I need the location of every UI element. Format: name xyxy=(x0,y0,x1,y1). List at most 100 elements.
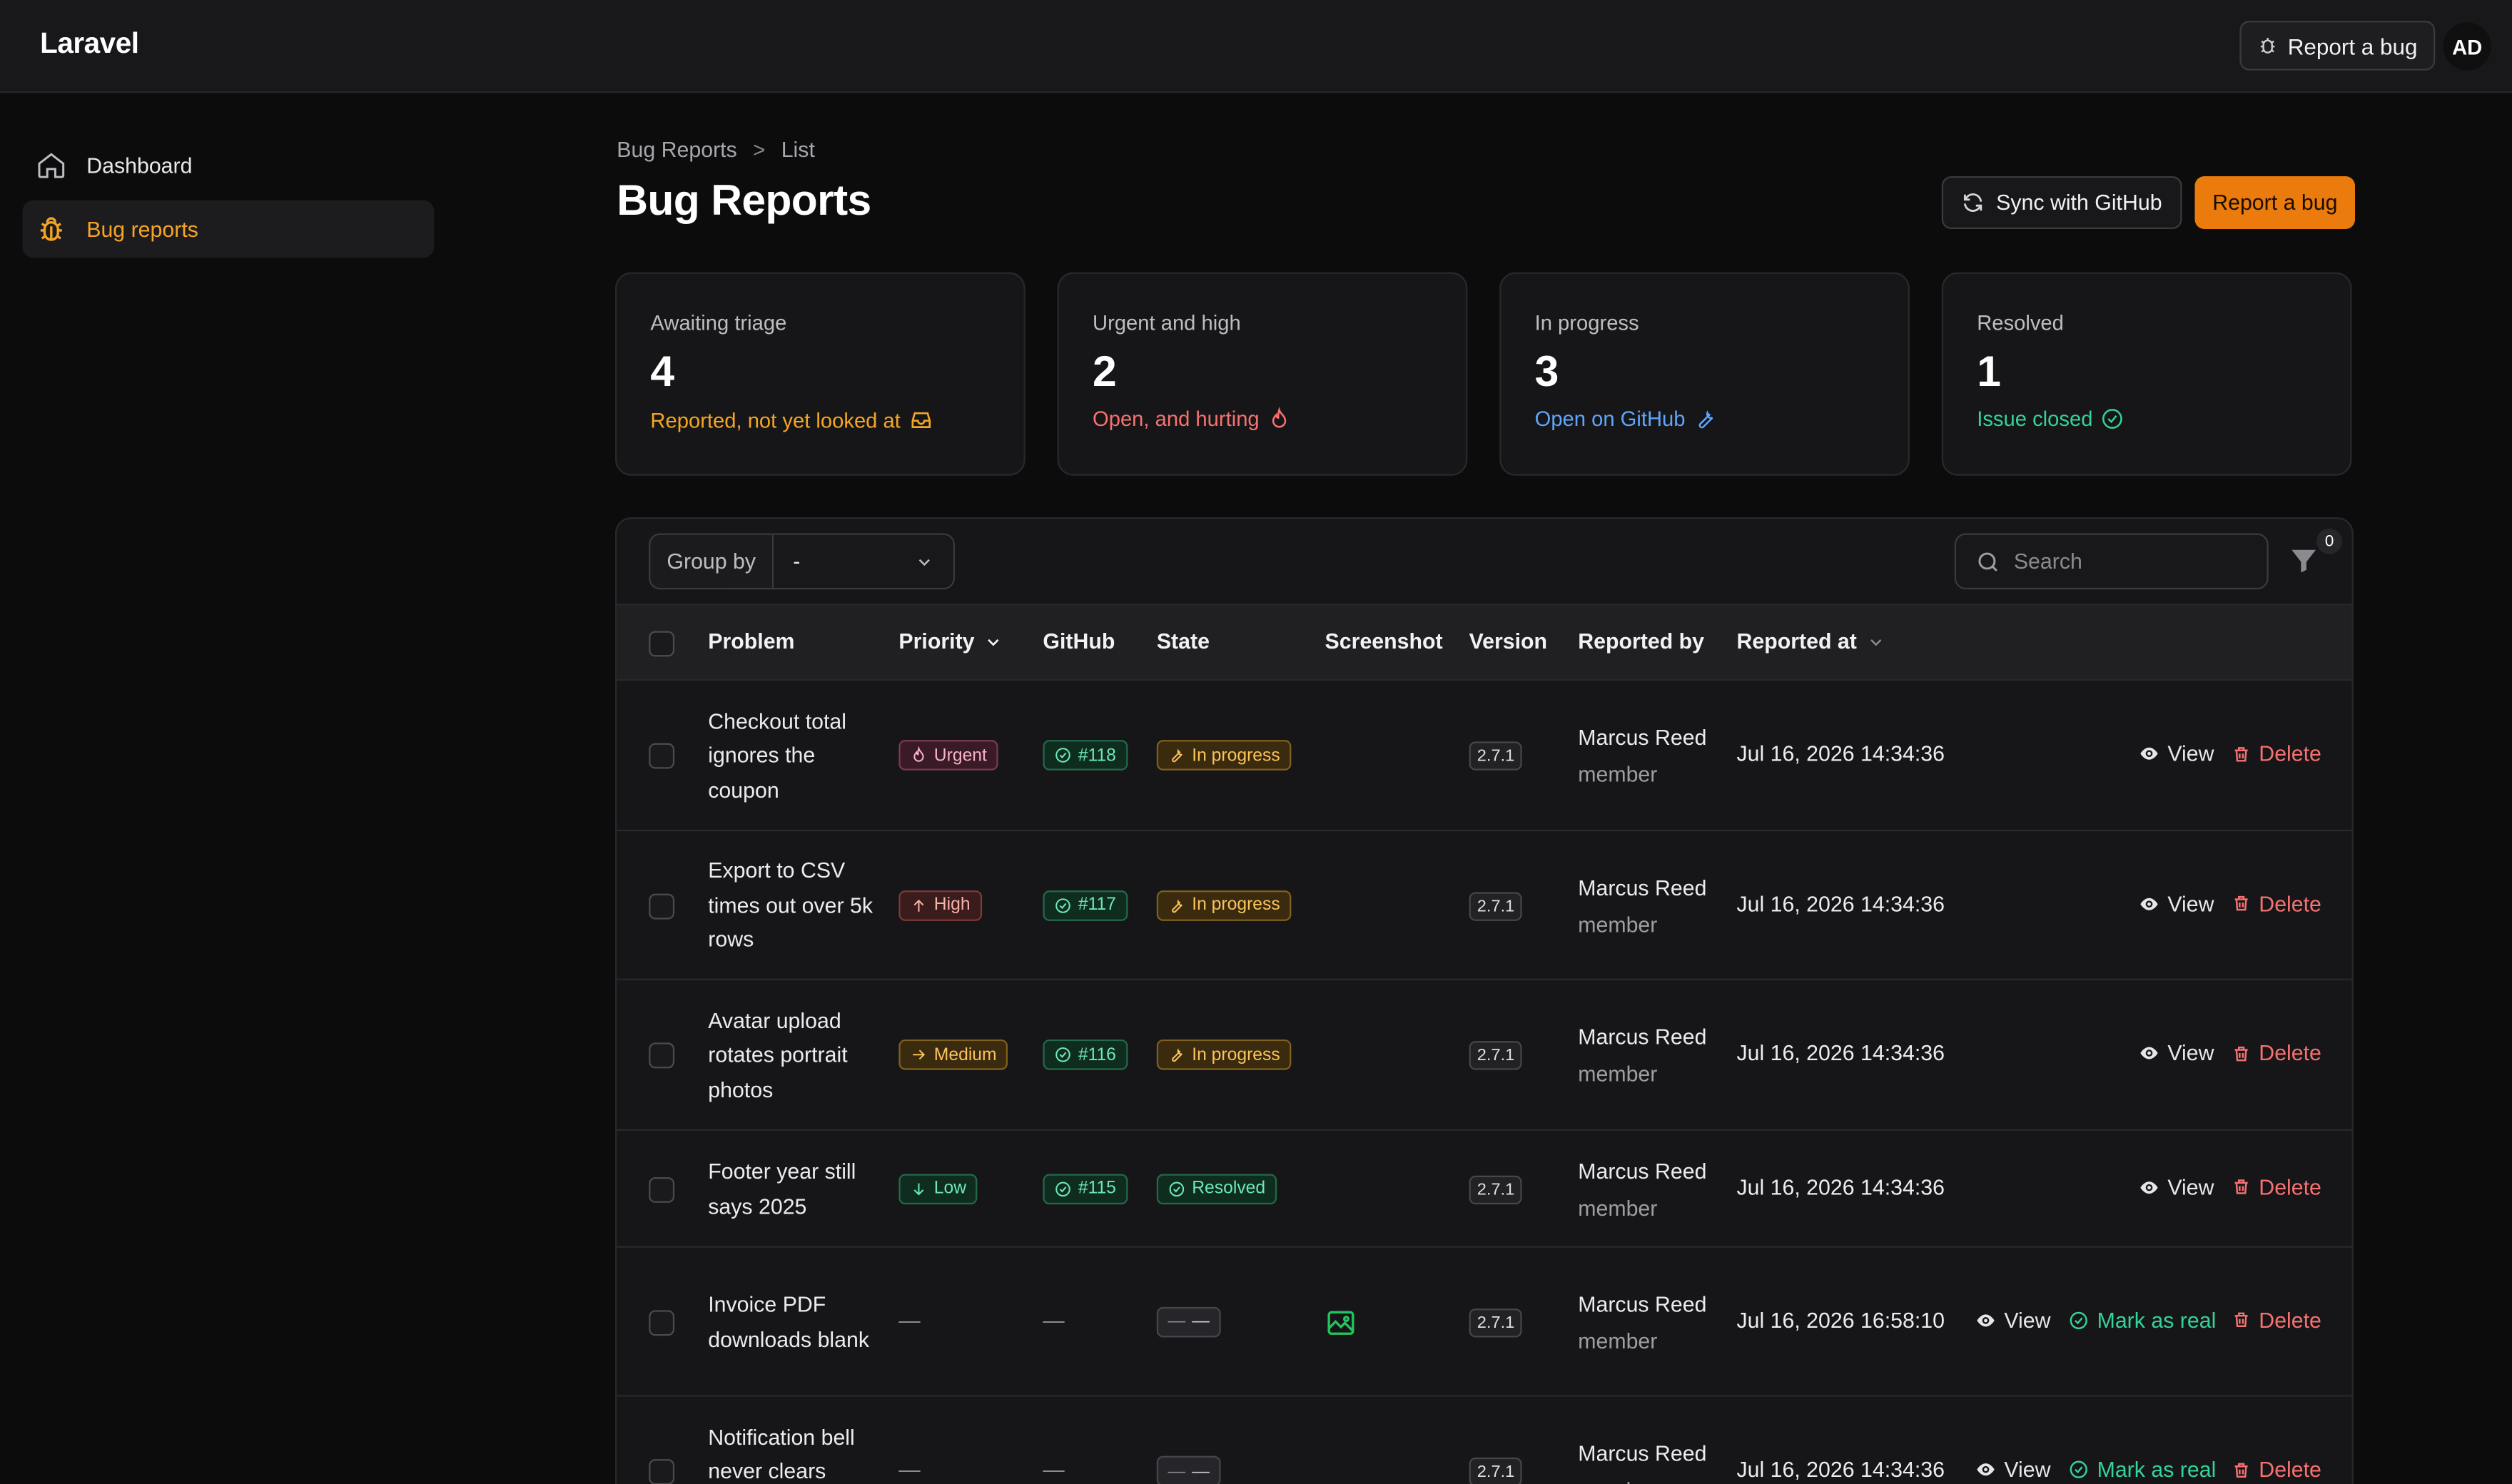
search-icon xyxy=(1978,552,1997,571)
priority-empty: — xyxy=(898,1307,921,1332)
row-checkbox[interactable] xyxy=(649,1459,675,1484)
table-row[interactable]: Footer year still says 2025 Low #115 Resolv… xyxy=(617,1131,2352,1248)
github-issue-badge[interactable]: #116 xyxy=(1043,1039,1128,1070)
problem-text[interactable]: Notification bell never clears xyxy=(708,1421,876,1484)
delete-button[interactable]: Delete xyxy=(2232,1175,2321,1199)
bug-reports-table: Group by - 0 Problem Priority GitHub Sta… xyxy=(615,517,2354,1484)
table-row[interactable]: Invoice PDF downloads blank — — — —2.7.1 Marc… xyxy=(617,1248,2352,1397)
row-checkbox[interactable] xyxy=(649,893,675,919)
row-checkbox[interactable] xyxy=(649,743,675,769)
stat-description-text: Open on GitHub xyxy=(1534,407,1686,431)
github-issue-label: #116 xyxy=(1078,1045,1116,1064)
select-all-checkbox[interactable] xyxy=(649,631,675,657)
github-issue-badge[interactable]: #117 xyxy=(1043,890,1128,920)
delete-button[interactable]: Delete xyxy=(2232,741,2321,766)
group-by-value[interactable]: - xyxy=(774,534,953,588)
reporter-name: Marcus Reed xyxy=(1578,725,1707,750)
state-badge: — — xyxy=(1156,1306,1221,1337)
delete-label: Delete xyxy=(2259,741,2321,766)
row-checkbox[interactable] xyxy=(649,1042,675,1069)
view-label: View xyxy=(2004,1457,2051,1482)
table-row[interactable]: Notification bell never clears — — — —2.7.1 M… xyxy=(617,1397,2351,1484)
delete-button[interactable]: Delete xyxy=(2232,1458,2321,1482)
problem-text[interactable]: Checkout total ignores the coupon xyxy=(708,704,876,808)
report-bug-button[interactable]: Report a bug xyxy=(2194,176,2356,230)
state-empty-dash: — xyxy=(1168,1311,1186,1331)
column-label: Screenshot xyxy=(1325,629,1443,654)
problem-text[interactable]: Footer year still says 2025 xyxy=(708,1155,876,1224)
column-state[interactable]: State xyxy=(1157,629,1210,654)
view-button[interactable]: View xyxy=(2139,891,2214,915)
priority-label: Urgent xyxy=(933,746,987,765)
github-issue-badge[interactable]: #115 xyxy=(1043,1173,1128,1204)
user-avatar[interactable]: AD xyxy=(2443,22,2491,71)
github-cell: #117 xyxy=(1043,890,1128,920)
problem-text[interactable]: Invoice PDF downloads blank xyxy=(708,1288,876,1357)
sidebar-item-bug-reports[interactable]: Bug reports xyxy=(22,200,435,258)
breadcrumb-bug-reports[interactable]: Bug Reports xyxy=(617,138,736,162)
eye-icon xyxy=(2140,1180,2158,1193)
row-checkbox[interactable] xyxy=(649,1309,675,1336)
stat-label: Urgent and high xyxy=(1093,310,1241,335)
mark-as-real-button[interactable]: Mark as real xyxy=(2068,1308,2216,1332)
column-priority[interactable]: Priority xyxy=(898,629,1003,654)
view-button[interactable]: View xyxy=(1975,1308,2051,1332)
version-badge: 2.7.1 xyxy=(1469,1457,1523,1484)
stat-card-resolved: Resolved 1 Issue closed xyxy=(1941,272,2352,476)
group-by-select[interactable]: Group by - xyxy=(649,533,955,590)
view-button[interactable]: View xyxy=(2139,741,2214,766)
state-label: Resolved xyxy=(1192,1179,1266,1199)
filter-icon[interactable] xyxy=(2288,544,2320,576)
delete-label: Delete xyxy=(2259,1174,2321,1199)
priority-label: High xyxy=(933,895,971,915)
reporter-role: member xyxy=(1578,1328,1658,1353)
view-button[interactable]: View xyxy=(1975,1458,2051,1482)
view-button[interactable]: View xyxy=(2139,1175,2214,1199)
state-badge: In progress xyxy=(1156,740,1292,771)
priority-badge: Low xyxy=(898,1173,978,1204)
delete-button[interactable]: Delete xyxy=(2232,891,2321,915)
sync-github-button[interactable]: Sync with GitHub xyxy=(1941,176,2182,230)
delete-label: Delete xyxy=(2259,1041,2321,1065)
reporter-role: member xyxy=(1578,1195,1658,1220)
column-reported-at[interactable]: Reported at xyxy=(1736,629,1885,654)
wrench-icon xyxy=(1172,1048,1182,1062)
priority-empty: — xyxy=(898,1457,921,1482)
image-icon[interactable] xyxy=(1325,1306,1357,1338)
screenshot-cell[interactable] xyxy=(1325,1306,1357,1343)
table-header: Problem Priority GitHub State Screenshot… xyxy=(617,605,2352,681)
search-field[interactable] xyxy=(1954,533,2269,590)
column-label: State xyxy=(1156,629,1210,654)
search-input[interactable] xyxy=(2013,549,2239,574)
mark-as-real-button[interactable]: Mark as real xyxy=(2068,1458,2216,1482)
column-github[interactable]: GitHub xyxy=(1043,629,1115,654)
delete-button[interactable]: Delete xyxy=(2232,1308,2321,1332)
check-circle-icon xyxy=(2070,1460,2087,1478)
sync-github-label: Sync with GitHub xyxy=(1996,190,2162,215)
top-report-bug-button[interactable]: Report a bug xyxy=(2239,21,2436,71)
table-row[interactable]: Checkout total ignores the coupon Urgent #… xyxy=(617,681,2352,832)
column-version[interactable]: Version xyxy=(1469,629,1548,654)
state-empty-dash: — xyxy=(1168,1461,1186,1481)
fire-icon xyxy=(913,746,924,762)
table-row[interactable]: Export to CSV times out over 5k rows High… xyxy=(617,831,2352,980)
table-row[interactable]: Avatar upload rotates portrait photos Med… xyxy=(617,980,2352,1131)
delete-label: Delete xyxy=(2259,1307,2321,1332)
priority-badge: Urgent xyxy=(898,740,998,771)
github-issue-badge[interactable]: #118 xyxy=(1043,740,1128,771)
reported-at: Jul 16, 2026 14:34:36 xyxy=(1736,1174,1945,1199)
priority-label: Low xyxy=(933,1179,967,1199)
row-checkbox[interactable] xyxy=(649,1176,675,1202)
column-reported-by[interactable]: Reported by xyxy=(1578,629,1704,654)
sidebar-item-dashboard[interactable]: Dashboard xyxy=(22,136,434,194)
reporter-name: Marcus Reed xyxy=(1578,1159,1707,1183)
column-problem[interactable]: Problem xyxy=(708,629,794,654)
delete-button[interactable]: Delete xyxy=(2232,1041,2321,1065)
brand-logo[interactable]: Laravel xyxy=(40,27,139,61)
problem-text[interactable]: Export to CSV times out over 5k rows xyxy=(708,854,876,957)
trash-icon xyxy=(2234,1179,2248,1194)
trash-icon xyxy=(2234,895,2248,911)
delete-label: Delete xyxy=(2259,891,2321,915)
view-button[interactable]: View xyxy=(2139,1041,2214,1065)
problem-text[interactable]: Avatar upload rotates portrait photos xyxy=(708,1004,876,1107)
